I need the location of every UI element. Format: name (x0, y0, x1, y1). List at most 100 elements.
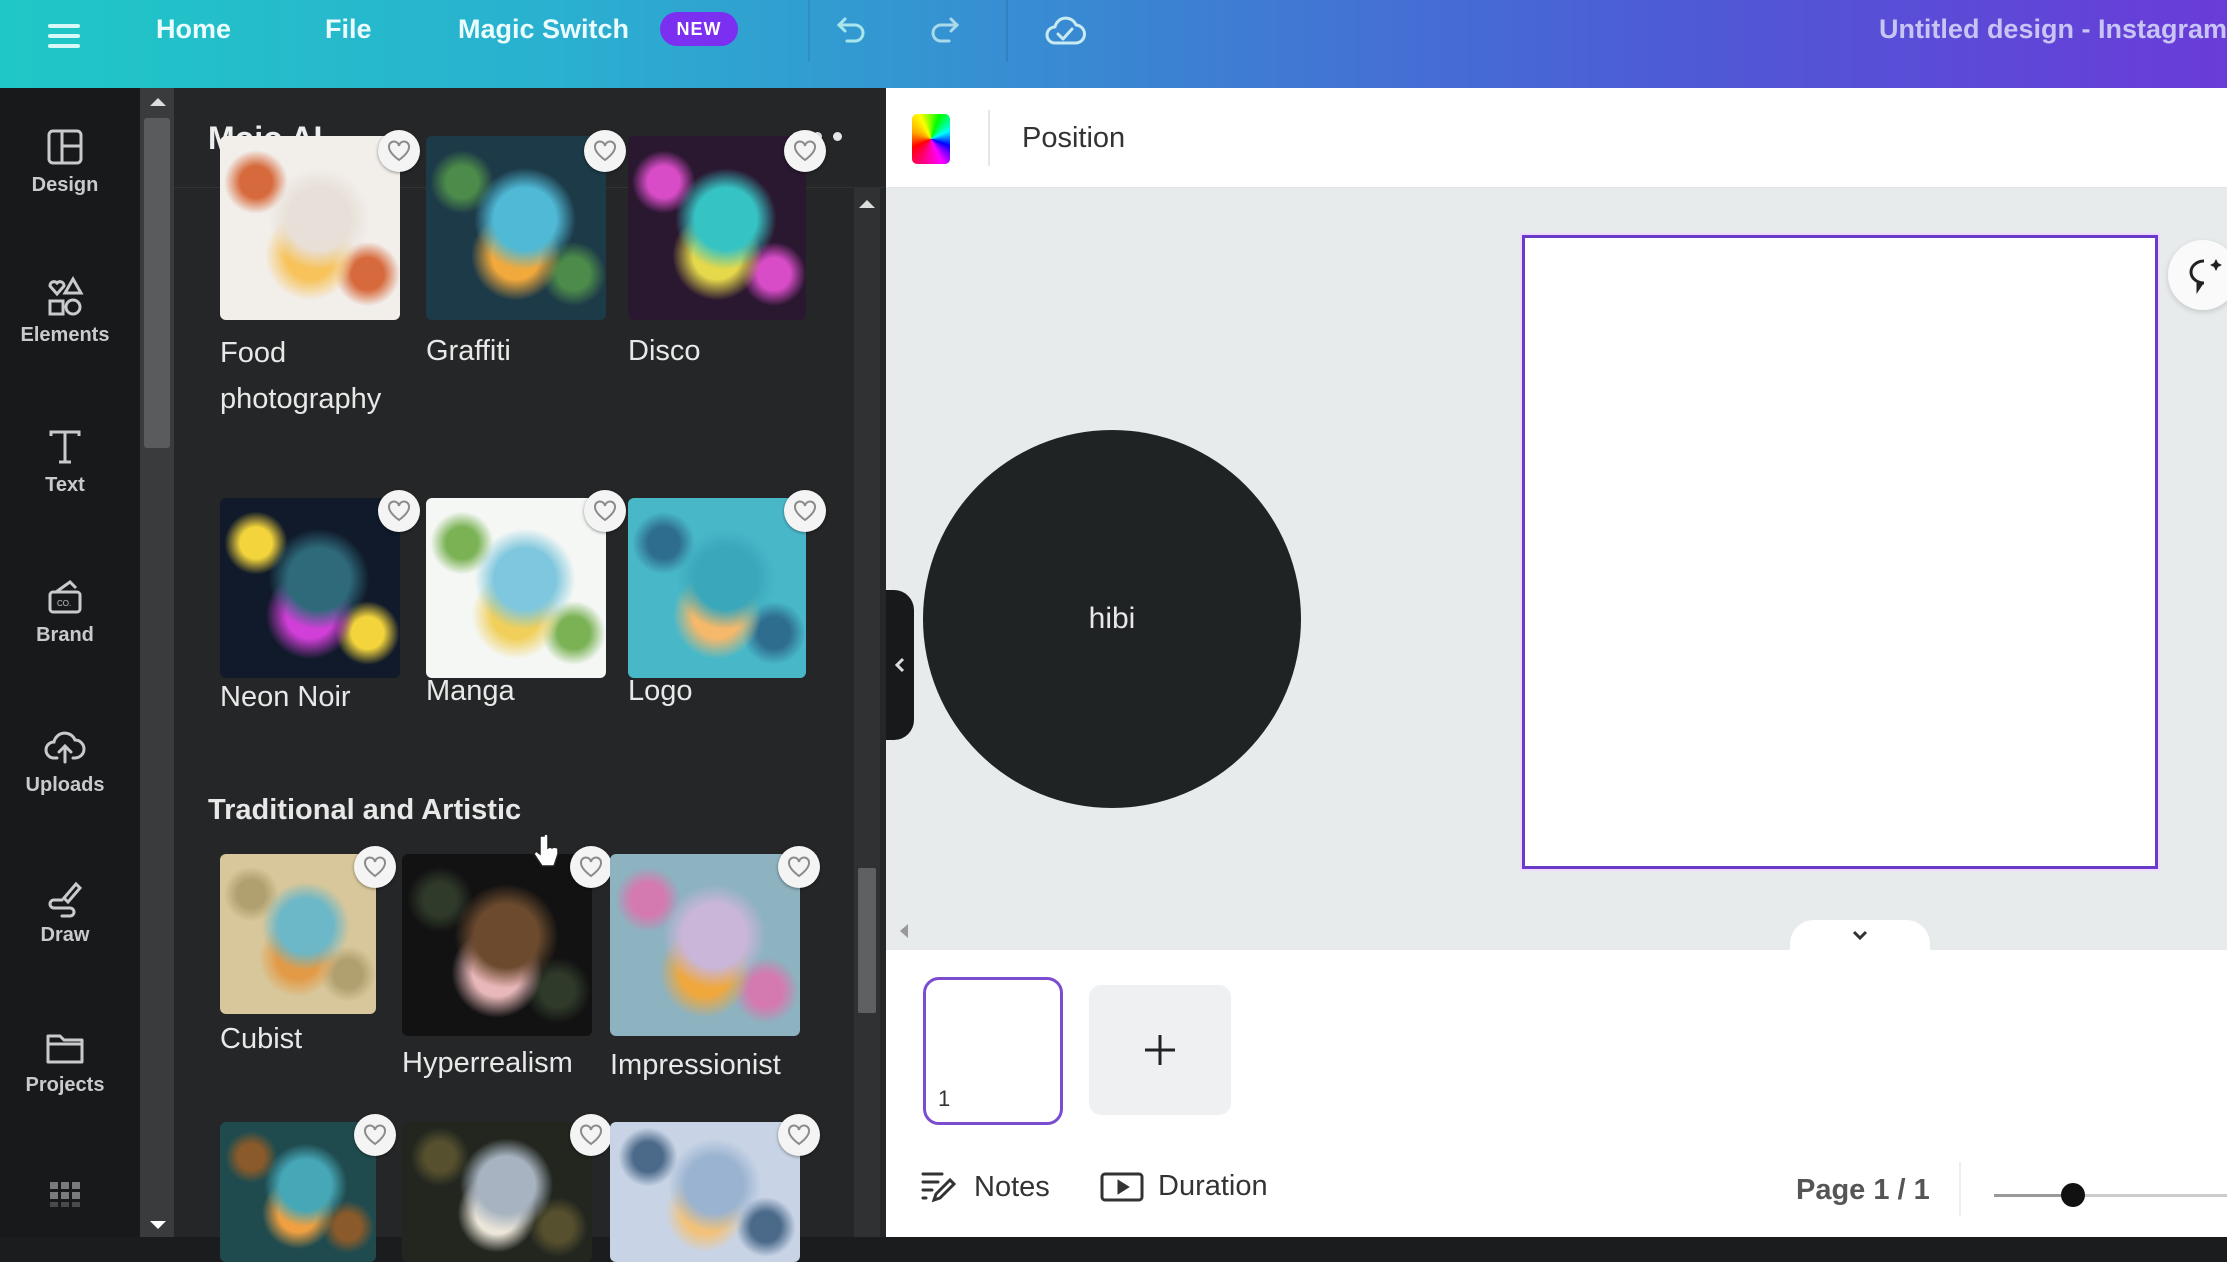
heart-icon[interactable] (778, 1114, 820, 1156)
rail-item-elements[interactable]: Elements (0, 274, 130, 384)
style-name: Logo (628, 675, 693, 707)
style-thumbnail[interactable] (220, 498, 400, 678)
expand-pages-button[interactable] (1790, 920, 1930, 950)
circle-element[interactable]: hibi (923, 430, 1301, 808)
heart-icon[interactable] (570, 846, 612, 888)
notes-label: Notes (974, 1170, 1050, 1203)
mojo-ai-panel: Mojo AI Food photographyGraffitiDiscoNeo… (174, 88, 886, 1262)
nav-file[interactable]: File (325, 12, 372, 46)
divider (808, 0, 810, 62)
style-thumbnail[interactable] (220, 1122, 376, 1262)
style-name: Food photography (220, 337, 382, 415)
heart-icon[interactable] (784, 130, 826, 172)
rail-item-projects[interactable]: Projects (0, 1024, 130, 1134)
scroll-down-icon[interactable] (150, 1221, 166, 1229)
page-indicator: Page 1 / 1 (1796, 1174, 1930, 1206)
duration-label: Duration (1158, 1170, 1268, 1202)
undo-icon[interactable] (828, 8, 874, 54)
draw-icon (48, 881, 83, 918)
position-button[interactable]: Position (1022, 118, 1125, 158)
rail-label: Projects (25, 1074, 105, 1096)
pages-strip: 1 Notes Duration Page 1 / 1 (886, 950, 2227, 1237)
editor-toolbar: Position (886, 88, 2227, 188)
scroll-thumb[interactable] (858, 868, 876, 1013)
notes-button[interactable]: Notes (920, 1170, 1050, 1204)
document-title[interactable]: Untitled design - Instagram (1879, 14, 2227, 45)
section-title: Traditional and Artistic (208, 794, 522, 826)
heart-icon[interactable] (354, 846, 396, 888)
rail-label: Elements (20, 324, 110, 346)
heart-icon[interactable] (584, 130, 626, 172)
style-thumbnail[interactable] (610, 1122, 800, 1262)
page-thumbnail[interactable]: 1 (923, 977, 1063, 1125)
scroll-thumb[interactable] (144, 118, 170, 448)
collapse-panel-button[interactable] (886, 590, 914, 740)
style-name: Hyperrealism (402, 1047, 573, 1079)
chevron-down-icon (1852, 930, 1868, 941)
text-icon (49, 430, 81, 464)
rail-item-design[interactable]: Design (0, 124, 130, 234)
style-thumbnail[interactable] (426, 136, 606, 320)
heart-icon[interactable] (378, 490, 420, 532)
cloud-upload-icon (44, 731, 86, 764)
rail-item-text[interactable]: Text (0, 424, 130, 534)
style-thumbnail[interactable] (220, 136, 400, 320)
apps-grid-icon[interactable] (0, 1174, 130, 1224)
new-badge: NEW (660, 12, 738, 46)
heart-icon[interactable] (354, 1114, 396, 1156)
divider (1006, 0, 1008, 62)
side-rail: Design Elements Text CO. Brand Uploads D… (0, 88, 140, 1237)
nav-home[interactable]: Home (156, 12, 231, 46)
play-box-icon (1100, 1172, 1144, 1201)
style-name: Graffiti (426, 335, 511, 367)
scroll-up-icon[interactable] (150, 98, 166, 106)
hand-cursor-icon (533, 833, 559, 867)
rail-item-uploads[interactable]: Uploads (0, 724, 130, 834)
design-page[interactable] (1522, 235, 2158, 869)
heart-icon[interactable] (778, 846, 820, 888)
add-page-button[interactable] (1089, 985, 1231, 1115)
style-thumbnail[interactable] (628, 498, 806, 678)
nav-magic-switch[interactable]: Magic Switch (458, 12, 629, 46)
heart-icon[interactable] (378, 130, 420, 172)
panel-scrollbar[interactable] (854, 188, 880, 1237)
style-name: Neon Noir (220, 681, 351, 713)
page-number: 1 (938, 1086, 951, 1111)
rail-label: Draw (40, 924, 90, 946)
style-thumbnail[interactable] (402, 854, 592, 1036)
cloud-check-icon[interactable] (1042, 8, 1088, 54)
rail-scrollbar[interactable] (140, 88, 174, 1237)
plus-icon (1145, 1035, 1175, 1065)
zoom-slider-handle[interactable] (2061, 1183, 2086, 1207)
rail-item-draw[interactable]: Draw (0, 874, 130, 984)
divider (988, 110, 990, 166)
heart-icon[interactable] (784, 490, 826, 532)
rail-item-brand[interactable]: CO. Brand (0, 574, 130, 684)
heart-icon[interactable] (570, 1114, 612, 1156)
style-thumbnail[interactable] (220, 854, 376, 1014)
style-thumbnail[interactable] (426, 498, 606, 678)
rail-label: Brand (36, 624, 94, 646)
zoom-slider[interactable] (1994, 1183, 2227, 1224)
style-thumbnail[interactable] (610, 854, 800, 1036)
style-name: Manga (426, 675, 515, 707)
rail-label: Design (31, 174, 99, 196)
scroll-up-icon[interactable] (859, 200, 875, 208)
style-thumbnail[interactable] (628, 136, 806, 320)
style-thumbnail[interactable] (402, 1122, 592, 1262)
hamburger-menu-icon[interactable] (46, 18, 82, 54)
redo-icon[interactable] (922, 8, 968, 54)
layout-icon (47, 129, 83, 165)
heart-icon[interactable] (584, 490, 626, 532)
shapes-icon (48, 275, 84, 316)
rail-label: Text (45, 474, 85, 496)
style-name: Cubist (220, 1023, 303, 1055)
circle-text[interactable]: hibi (1089, 602, 1136, 636)
color-picker-icon[interactable] (912, 114, 950, 164)
duration-button[interactable]: Duration (1100, 1170, 1268, 1203)
svg-text:CO.: CO. (57, 599, 71, 608)
style-name: Disco (628, 335, 701, 367)
scroll-left-icon[interactable] (900, 924, 908, 938)
folder-icon (46, 1034, 84, 1064)
ai-chat-icon (2189, 259, 2222, 294)
